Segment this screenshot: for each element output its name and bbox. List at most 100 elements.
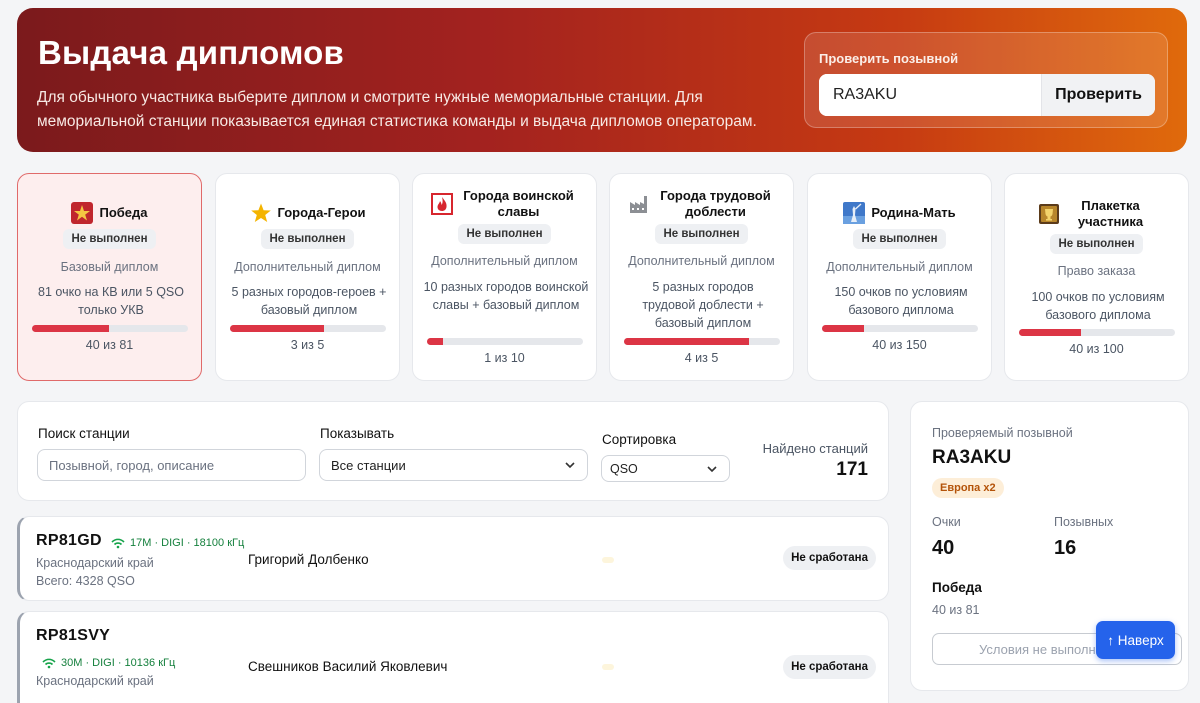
search-placeholder: Позывной, город, описание <box>49 457 215 473</box>
filters-panel: Поиск станции Позывной, город, описание … <box>17 401 889 501</box>
station-frequency: 17M · DIGI · 18100 кГц <box>111 537 244 549</box>
progress-indicator <box>602 664 614 670</box>
victory-star-icon <box>71 202 94 224</box>
diploma-card-goroda-trudovoy-doblesti[interactable]: Города трудовой доблести Не выполнен Доп… <box>609 173 794 381</box>
found-stations: Найдено станций 171 <box>763 441 868 481</box>
station-callsign: RP81GD <box>36 532 102 549</box>
scroll-top-button[interactable]: ↑ Наверх <box>1096 621 1175 659</box>
status-badge: Не сработана <box>783 546 876 570</box>
points-label: Очки <box>932 515 961 529</box>
diploma-condition: 5 разных городов трудовой доблести + баз… <box>642 280 764 330</box>
diploma-condition: 81 очко на КВ или 5 QSO только УКВ <box>38 285 184 317</box>
found-label: Найдено станций <box>762 441 868 456</box>
progress-text: 3 из 5 <box>290 338 325 352</box>
diploma-type: Дополнительный диплом <box>628 254 775 268</box>
progress-bar <box>624 338 780 345</box>
points-value: 40 <box>932 537 955 559</box>
diploma-condition: 10 разных городов воинской славы + базов… <box>423 280 589 312</box>
diploma-type: Дополнительный диплом <box>431 254 578 268</box>
station-callsign: RP81SVY <box>36 627 111 644</box>
diploma-card-goroda-geroi[interactable]: Города-Герои Не выполнен Дополнительный … <box>215 173 400 381</box>
station-region: Краснодарский край <box>36 674 154 688</box>
summary-diploma-progress: 40 из 81 <box>932 603 980 617</box>
calls-label: Позывных <box>1054 515 1114 529</box>
progress-bar <box>230 325 386 332</box>
progress-text: 1 из 10 <box>484 351 525 365</box>
sort-select[interactable]: QSO <box>601 455 730 482</box>
diploma-title: Города-Герои <box>216 202 399 224</box>
station-card[interactable]: RP81GD 17M · DIGI · 18100 кГц Краснодарс… <box>17 516 889 601</box>
station-total: Всего: 4328 QSO <box>36 574 135 588</box>
diploma-condition: 5 разных городов-героев + базовый диплом <box>231 285 387 317</box>
signal-icon <box>42 658 56 668</box>
diploma-title: Родина-Мать <box>808 202 991 224</box>
callsign-check-box: Проверить <box>819 74 1155 116</box>
diploma-title: Города воинской славы <box>413 188 596 220</box>
status-badge: Не выполнен <box>853 229 946 249</box>
station-frequency: 30M · DIGI · 10136 кГц <box>42 657 175 669</box>
search-label: Поиск станции <box>38 426 130 441</box>
station-card[interactable]: RP81SVY 30M · DIGI · 10136 кГц Краснодар… <box>17 611 889 703</box>
callsign-check-panel: Проверить позывной Проверить <box>804 32 1168 128</box>
diploma-card-goroda-voinskoy-slavy[interactable]: Города воинской славы Не выполнен Дополн… <box>412 173 597 381</box>
status-badge: Не выполнен <box>1050 234 1143 254</box>
show-select-value: Все станции <box>331 457 406 473</box>
search-input[interactable]: Позывной, город, описание <box>37 449 306 481</box>
station-operator: Свешников Василий Яковлевич <box>248 659 448 674</box>
status-badge: Не сработана <box>783 655 876 679</box>
station-operator: Григорий Долбенко <box>248 552 369 567</box>
sort-select-value: QSO <box>610 461 638 476</box>
diploma-title: Плакетка участника <box>1005 198 1188 230</box>
check-button[interactable]: Проверить <box>1041 74 1155 116</box>
diploma-card-rodina-mat[interactable]: Родина-Мать Не выполнен Дополнительный д… <box>807 173 992 381</box>
gold-star-icon <box>250 202 272 224</box>
diploma-title: Города трудовой доблести <box>610 188 793 220</box>
flame-icon <box>430 193 453 215</box>
show-label: Показывать <box>320 426 395 441</box>
sort-label: Сортировка <box>602 432 677 447</box>
found-count: 171 <box>836 459 868 480</box>
diploma-type: Право заказа <box>1057 264 1136 278</box>
motherland-statue-icon <box>843 202 866 224</box>
status-badge: Не выполнен <box>655 224 748 244</box>
progress-fill <box>624 338 749 345</box>
diploma-type: Дополнительный диплом <box>826 260 973 274</box>
progress-fill <box>427 338 443 345</box>
diploma-card-plaketka[interactable]: Плакетка участника Не выполнен Право зак… <box>1004 173 1189 381</box>
hero-banner: Выдача дипломов Для обычного участника в… <box>17 8 1187 152</box>
progress-text: 40 из 81 <box>85 338 134 352</box>
progress-bar <box>822 325 978 332</box>
show-select[interactable]: Все станции <box>319 449 588 481</box>
progress-fill <box>32 325 110 332</box>
diploma-title: Победа <box>18 202 201 224</box>
page-title: Выдача дипломов <box>38 34 345 71</box>
progress-fill <box>230 325 324 332</box>
diploma-card-pobeda[interactable]: Победа Не выполнен Базовый диплом 81 очк… <box>17 173 202 381</box>
plaque-icon <box>1038 203 1060 225</box>
calls-value: 16 <box>1054 537 1077 559</box>
callsign-check-label: Проверить позывной <box>819 51 959 66</box>
summary-diploma-title: Победа <box>932 580 982 595</box>
factory-icon <box>628 193 650 215</box>
chevron-down-icon <box>707 466 717 473</box>
progress-text: 4 из 5 <box>684 351 719 365</box>
progress-indicator <box>602 557 614 563</box>
status-badge: Не выполнен <box>261 229 354 249</box>
progress-fill <box>1019 329 1082 336</box>
diploma-condition: 150 очков по условиям базового диплома <box>834 285 968 317</box>
progress-bar <box>427 338 583 345</box>
signal-icon <box>111 538 125 548</box>
status-badge: Не выполнен <box>458 224 551 244</box>
diploma-type: Дополнительный диплом <box>234 260 381 274</box>
diploma-type: Базовый диплом <box>60 260 159 274</box>
progress-text: 40 из 150 <box>872 338 927 352</box>
progress-bar <box>32 325 188 332</box>
diploma-condition: 100 очков по условиям базового диплома <box>1031 290 1165 322</box>
status-badge: Не выполнен <box>63 229 156 249</box>
station-region: Краснодарский край <box>36 556 154 570</box>
summary-label: Проверяемый позывной <box>932 426 1073 440</box>
summary-callsign: RA3AKU <box>932 447 1012 468</box>
callsign-input[interactable] <box>819 74 1039 116</box>
page-description: Для обычного участника выберите диплом и… <box>37 89 757 130</box>
chevron-down-icon <box>565 462 575 469</box>
